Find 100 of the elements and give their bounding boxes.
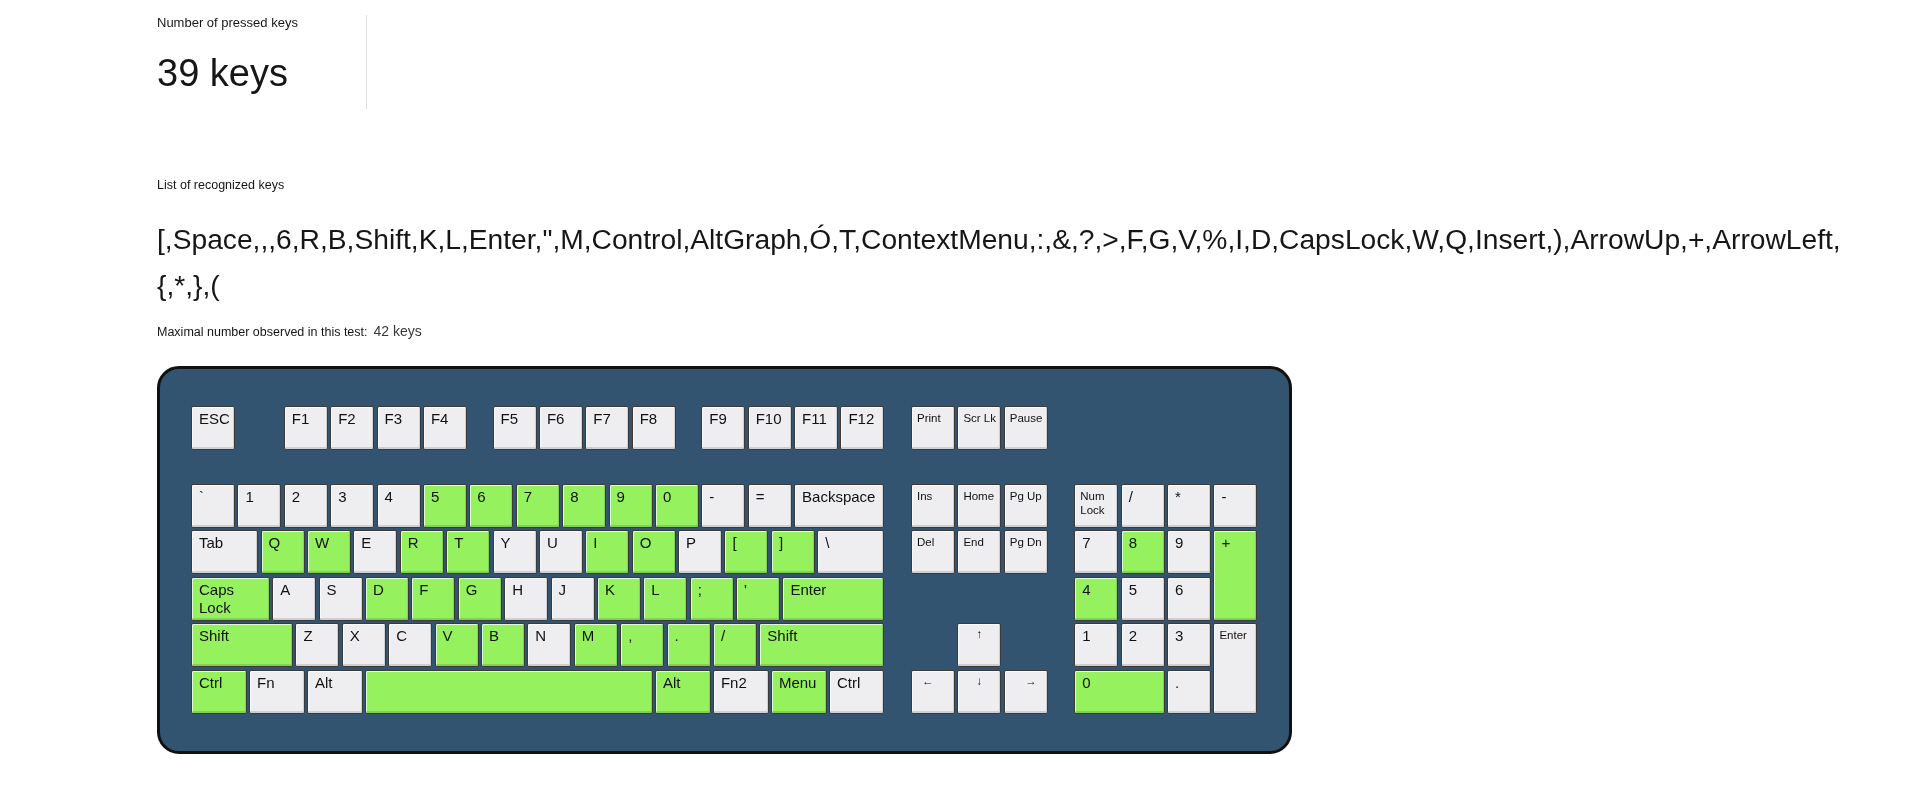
section-label: List of recognized keys (157, 177, 285, 193)
keyboard-key: J (550, 576, 595, 621)
keyboard-key: Pause (1003, 406, 1048, 450)
keyboard-key: S (318, 576, 363, 621)
keyboard-key: ↑ (957, 623, 1002, 668)
keyboard-key: Ins (911, 484, 955, 528)
keyboard-key: 4 (376, 484, 421, 528)
keyboard-key: Menu (770, 669, 827, 714)
stat-label: Maximal number observed in this test: (157, 324, 368, 340)
keyboard-key: F10 (747, 406, 792, 450)
keyboard-key: ; (689, 576, 734, 621)
keyboard-key: Pg Up (1003, 484, 1048, 528)
keyboard-key: L (643, 576, 688, 621)
keyboard-key: 9 (608, 484, 653, 528)
stat-label: Number of pressed keys (157, 15, 298, 31)
keyboard-key: + (1213, 530, 1258, 621)
keyboard-key: 3 (1167, 623, 1212, 668)
keyboard-key: 1 (237, 484, 282, 528)
keyboard-key: B (480, 623, 525, 668)
keyboard-key: Ctrl (828, 669, 885, 714)
keyboard-key: O (631, 530, 676, 575)
keyboard-key: Tab (191, 530, 259, 575)
keyboard-key: F6 (538, 406, 583, 450)
keyboard-key: ] (770, 530, 815, 575)
keyboard-key: 9 (1167, 530, 1212, 575)
keyboard-key: ← (911, 669, 955, 714)
keyboard-key: . (1167, 669, 1212, 714)
keyboard-key: F3 (376, 406, 421, 450)
keyboard-key: K (596, 576, 641, 621)
keyboard-key: F1 (283, 406, 328, 450)
keyboard-key: 7 (1074, 530, 1119, 575)
keyboard-key: V (434, 623, 479, 668)
keyboard-key: 6 (469, 484, 514, 528)
keyboard-key: 8 (562, 484, 607, 528)
keyboard-key: , (620, 623, 665, 668)
keyboard-key: [ (724, 530, 769, 575)
keyboard-key: W (306, 530, 351, 575)
keyboard-key: 2 (283, 484, 328, 528)
keyboard-key: D (364, 576, 409, 621)
keyboard-key: X (341, 623, 386, 668)
keyboard-key: F11 (794, 406, 839, 450)
keyboard-key: Shift (191, 623, 293, 668)
keyboard-key: ESC (191, 406, 235, 450)
keyboard-key: Y (492, 530, 537, 575)
keyboard-key: / (712, 623, 757, 668)
keyboard-key: T (446, 530, 491, 575)
keyboard-key: 5 (1120, 576, 1165, 621)
keyboard-key: F (411, 576, 456, 621)
keyboard-key: F9 (701, 406, 746, 450)
keyboard-key: ` (191, 484, 235, 528)
keyboard-key: Backspace (794, 484, 885, 528)
keyboard-key: → (1003, 669, 1048, 714)
keyboard-key: * (1167, 484, 1212, 528)
keyboard-key: ' (736, 576, 781, 621)
keyboard-key: G (457, 576, 502, 621)
keyboard-key: 4 (1074, 576, 1119, 621)
recognized-keys-text: [,Space,,,6,R,B,Shift,K,L,Enter,",M,Control,AltGraph,Ó,T,ContextMenu,:,&,?,>,F,G,V,%,I,D,CapsLock,W,Q,Insert,),ArrowUp,+,ArrowLeft,{,*,},( (157, 222, 1842, 303)
keyboard-key: ↓ (957, 669, 1002, 714)
keyboard-key: Print (911, 406, 955, 450)
keyboard-key: Scr Lk (957, 406, 1002, 450)
keyboard-key: 0 (654, 484, 699, 528)
keyboard-key: - (701, 484, 746, 528)
keyboard-key: P (678, 530, 723, 575)
keyboard-key: F12 (840, 406, 885, 450)
keyboard-key: 5 (422, 484, 467, 528)
keyboard-key: F5 (492, 406, 537, 450)
keyboard-key: Fn2 (712, 669, 769, 714)
keyboard-key: Alt (306, 669, 363, 714)
keyboard-key: C (388, 623, 433, 668)
keyboard-key: Del (911, 530, 955, 575)
stat-value: 39 keys (157, 51, 288, 95)
keyboard-key: . (666, 623, 711, 668)
keyboard-key: Pg Dn (1003, 530, 1048, 575)
keyboard-key: F2 (330, 406, 375, 450)
keyboard-key: Shift (759, 623, 885, 668)
keyboard-key: Enter (1213, 623, 1258, 714)
keyboard-key: R (399, 530, 444, 575)
keyboard-key: Alt (654, 669, 711, 714)
stat-value: 42 keys (373, 323, 422, 339)
keyboard-key: N (527, 623, 572, 668)
keyboard-key: 6 (1167, 576, 1212, 621)
keyboard-key: \ (817, 530, 885, 575)
keyboard-key: U (538, 530, 583, 575)
keyboard-key: Q (260, 530, 305, 575)
keyboard-key: End (957, 530, 1002, 575)
keyboard-key: A (272, 576, 317, 621)
keyboard-key: 3 (330, 484, 375, 528)
keyboard-key: 2 (1120, 623, 1165, 668)
keyboard-key: 8 (1120, 530, 1165, 575)
keyboard-key: Fn (249, 669, 305, 714)
keyboard-key: Ctrl (191, 669, 247, 714)
keyboard-key: Enter (782, 576, 885, 621)
keyboard-key: Home (957, 484, 1002, 528)
keyboard-key: 7 (515, 484, 560, 528)
keyboard-key: - (1213, 484, 1258, 528)
keyboard-key: 0 (1074, 669, 1165, 714)
keyboard-key: Num Lock (1074, 484, 1119, 528)
keyboard-key: F7 (585, 406, 630, 450)
keyboard-key: Caps Lock (191, 576, 270, 621)
keyboard-key: I (585, 530, 630, 575)
